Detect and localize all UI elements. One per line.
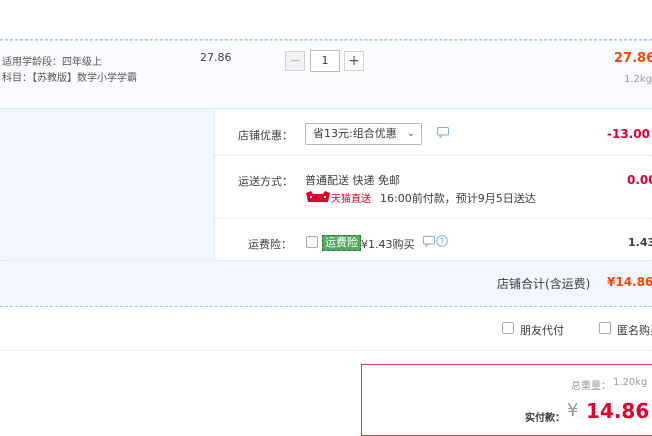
discount-amount: -13.00 — [607, 127, 650, 141]
insurance-label: 运费险： — [248, 238, 292, 251]
quantity-plus-button[interactable]: + — [344, 51, 364, 71]
chevron-down-icon: ⌄ — [406, 128, 415, 139]
quantity-minus-button[interactable]: − — [285, 51, 305, 71]
shop-subtotal-value: ¥14.86 — [607, 275, 652, 289]
total-weight-value: 1.20kg — [613, 377, 648, 388]
insurance-checkbox[interactable] — [306, 236, 318, 248]
item-total-price: 27.86 — [614, 51, 652, 66]
total-weight-label: 总重量： — [571, 381, 611, 392]
summary-bottom-divider — [0, 306, 652, 307]
friend-pay-checkbox[interactable] — [502, 322, 514, 334]
discount-select-value: 省13元:组合优惠 — [313, 127, 397, 140]
quantity-input[interactable]: 1 — [310, 50, 340, 72]
help-icon[interactable]: ? — [436, 235, 448, 250]
shop-subtotal-label: 店铺合计(含运费) — [497, 277, 591, 291]
shipping-method: 普通配送 快递 免邮 — [305, 174, 400, 187]
insurance-tag: 运费险 — [322, 235, 361, 251]
svg-text:?: ? — [440, 237, 444, 246]
tmall-badge-text: 天猫直送 — [331, 194, 371, 205]
currency-symbol: ¥ — [567, 400, 579, 421]
options-divider — [0, 350, 652, 351]
item-attr-subject: 科目：【苏教版】数学小学学霸 — [2, 73, 137, 84]
shipping-delivery-note: 16:00前付款，预计9月5日送达 — [380, 192, 536, 205]
insurance-amount: 1.43 — [628, 236, 652, 249]
discount-select[interactable]: 省13元:组合优惠 ⌄ — [305, 123, 422, 145]
insurance-comment-icon[interactable] — [423, 236, 435, 250]
shipping-label: 运送方式： — [238, 175, 293, 188]
shipping-amount: 0.00 — [627, 173, 652, 187]
actual-pay-amount: 14.86 — [586, 399, 650, 423]
anonymous-label: 匿名购买 — [617, 324, 652, 337]
shop-options-divider — [214, 110, 215, 260]
tmall-cat-icon — [306, 191, 330, 205]
friend-pay-label: 朋友代付 — [520, 324, 564, 337]
discount-label: 店铺优惠： — [238, 129, 293, 142]
item-attr-grade: 适用学龄段：四年级上 — [2, 57, 102, 68]
row-separator — [214, 218, 652, 219]
anonymous-checkbox[interactable] — [599, 322, 611, 334]
subtotal-separator — [0, 260, 652, 261]
discount-info-icon[interactable] — [437, 127, 449, 141]
item-weight: 1.2kg — [624, 74, 652, 85]
unit-price: 27.86 — [200, 51, 232, 64]
insurance-price: ¥1.43购买 — [361, 238, 415, 251]
row-separator — [214, 155, 652, 156]
